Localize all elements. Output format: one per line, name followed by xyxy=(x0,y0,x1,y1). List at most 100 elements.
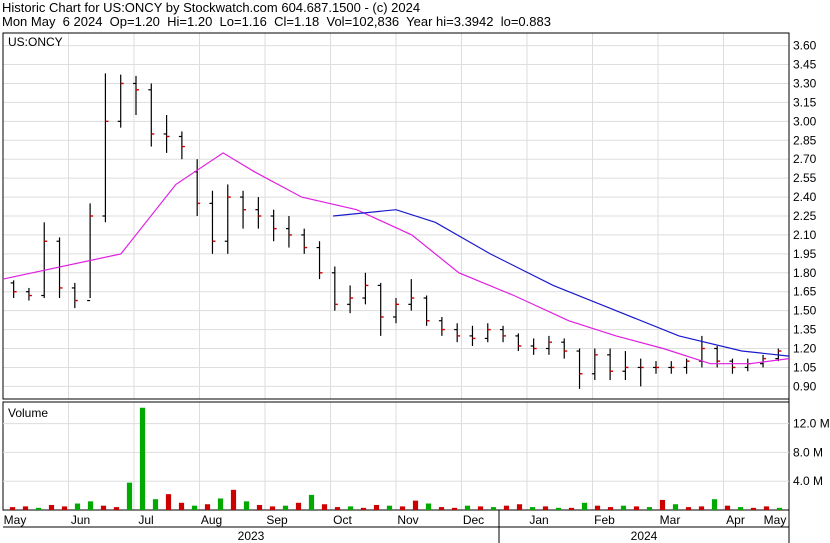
price-tick-label: 1.65 xyxy=(793,285,817,299)
volume-bar xyxy=(100,505,107,510)
price-tick-label: 2.85 xyxy=(793,133,817,147)
volume-bar xyxy=(776,507,783,510)
stock-chart: 3.60 3.45 3.30 3.15 3.00 2.85 2.70 2.55 2.40 2.25… xyxy=(2,32,830,543)
price-tick-label: 3.30 xyxy=(793,76,817,90)
volume-bar xyxy=(698,506,705,510)
volume-bar xyxy=(490,507,497,510)
volume-bar xyxy=(113,507,120,510)
volume-bar xyxy=(516,504,523,510)
volume-bar xyxy=(217,498,224,510)
price-tick-label: 1.20 xyxy=(793,342,817,356)
volume-bar xyxy=(724,505,731,510)
volume-bar xyxy=(360,507,367,510)
volume-bar xyxy=(386,505,393,510)
volume-bar xyxy=(9,507,16,510)
volume-bar xyxy=(555,507,562,510)
volume-bar xyxy=(750,507,757,510)
volume-bar xyxy=(568,507,575,510)
volume-bar xyxy=(607,507,614,510)
volume-bar xyxy=(243,501,250,510)
volume-bar xyxy=(191,505,198,510)
volume-tick-label: 12.0 M xyxy=(793,417,830,431)
volume-bar xyxy=(230,489,237,510)
price-tick-label: 2.25 xyxy=(793,209,817,223)
volume-bar xyxy=(659,499,666,510)
month-label: Jun xyxy=(71,513,90,527)
month-label: Jul xyxy=(138,513,153,527)
volume-bar xyxy=(204,504,211,510)
price-tick-label: 2.55 xyxy=(793,171,817,185)
volume-bar xyxy=(412,500,419,510)
volume-bar xyxy=(282,505,289,510)
price-tick-label: 2.10 xyxy=(793,228,817,242)
volume-bar xyxy=(685,507,692,510)
year-label: 2024 xyxy=(631,529,658,543)
volume-bar xyxy=(308,494,315,510)
price-tick-label: 1.80 xyxy=(793,266,817,280)
volume-bar xyxy=(633,506,640,510)
volume-bar xyxy=(347,506,354,510)
volume-bar xyxy=(529,507,536,510)
price-tick-label: 3.15 xyxy=(793,95,817,109)
price-tick-label: 0.90 xyxy=(793,379,817,393)
month-label: Nov xyxy=(397,513,418,527)
volume-bar xyxy=(646,507,653,510)
volume-bar xyxy=(542,506,549,510)
month-label: Jan xyxy=(529,513,548,527)
volume-bar xyxy=(334,507,341,510)
volume-bar xyxy=(399,506,406,510)
price-tick-label: 1.50 xyxy=(793,304,817,318)
volume-bar xyxy=(256,504,263,510)
volume-bar xyxy=(477,506,484,510)
volume-bar xyxy=(269,506,276,510)
volume-bar xyxy=(74,503,81,510)
price-tick-label: 1.35 xyxy=(793,323,817,337)
volume-bar xyxy=(87,501,94,510)
volume-bar xyxy=(373,504,380,510)
month-label: May xyxy=(4,513,27,527)
volume-bar xyxy=(763,506,770,510)
month-label: May xyxy=(764,513,787,527)
price-tick-label: 1.05 xyxy=(793,360,817,374)
volume-tick-label: 4.0 M xyxy=(793,474,823,488)
volume-panel-title: Volume xyxy=(8,406,48,420)
price-tick-label: 3.60 xyxy=(793,39,817,53)
price-tick-label: 1.95 xyxy=(793,247,817,261)
volume-bar xyxy=(139,407,146,510)
moving-average-line xyxy=(333,209,790,357)
volume-bar xyxy=(321,504,328,510)
volume-bar xyxy=(61,506,68,510)
volume-bar xyxy=(48,504,55,510)
volume-bar xyxy=(438,507,445,510)
volume-bar xyxy=(672,504,679,510)
volume-bar xyxy=(581,502,588,510)
volume-bar xyxy=(737,507,744,510)
price-panel-title: US:ONCY xyxy=(8,35,63,49)
volume-bar xyxy=(22,506,29,510)
month-label: Feb xyxy=(594,513,615,527)
month-label: Sep xyxy=(266,513,288,527)
month-label: Aug xyxy=(201,513,222,527)
volume-bar xyxy=(711,499,718,510)
volume-bar xyxy=(126,482,133,510)
volume-bar xyxy=(594,505,601,510)
volume-bar xyxy=(295,502,302,510)
price-tick-label: 3.00 xyxy=(793,114,817,128)
year-label: 2023 xyxy=(238,529,265,543)
price-tick-label: 2.70 xyxy=(793,152,817,166)
volume-bar xyxy=(35,507,42,510)
volume-bar xyxy=(464,505,471,510)
volume-bar xyxy=(152,499,159,510)
month-label: Oct xyxy=(333,513,352,527)
volume-tick-label: 8.0 M xyxy=(793,445,823,459)
month-label: Dec xyxy=(463,513,484,527)
month-label: Mar xyxy=(660,513,681,527)
volume-bar xyxy=(178,502,185,510)
price-tick-label: 2.40 xyxy=(793,190,817,204)
volume-bar xyxy=(620,505,627,510)
volume-bar xyxy=(451,507,458,510)
volume-bar xyxy=(503,505,510,510)
price-tick-label: 3.45 xyxy=(793,58,817,72)
volume-bar xyxy=(425,503,432,510)
month-label: Apr xyxy=(726,513,745,527)
